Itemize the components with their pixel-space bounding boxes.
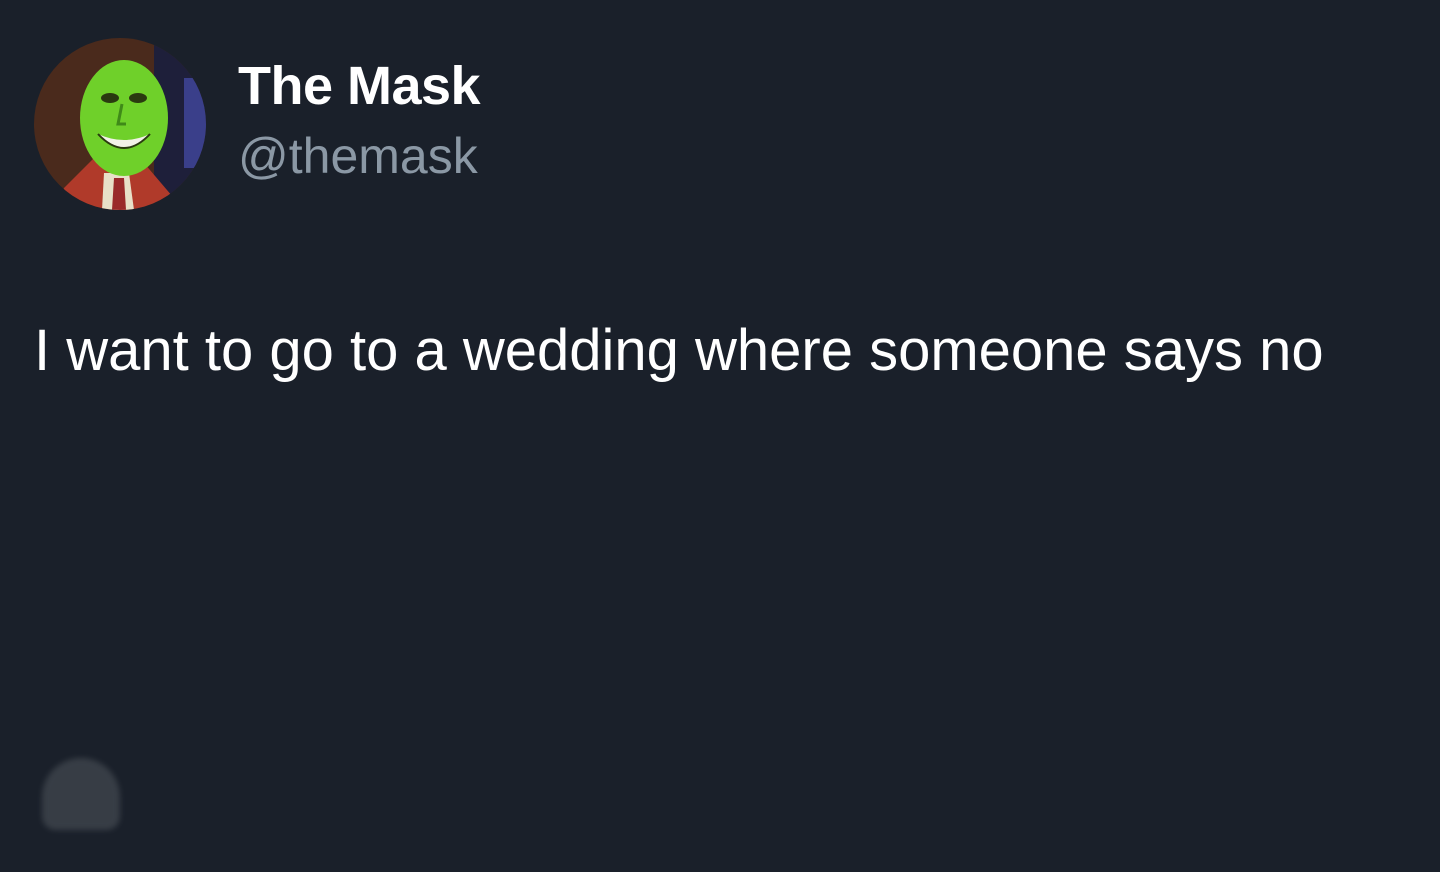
tweet-header: The Mask @themask [34,38,481,210]
tweet-author: The Mask @themask [238,54,481,186]
blurred-avatar-icon [42,758,120,830]
mask-face-icon [34,38,206,210]
display-name[interactable]: The Mask [238,54,481,118]
user-handle[interactable]: @themask [238,126,480,186]
tweet-text: I want to go to a wedding where someone … [34,318,1324,383]
avatar[interactable] [34,38,206,210]
tweet-card: The Mask @themask I want to go to a wedd… [0,0,1440,872]
